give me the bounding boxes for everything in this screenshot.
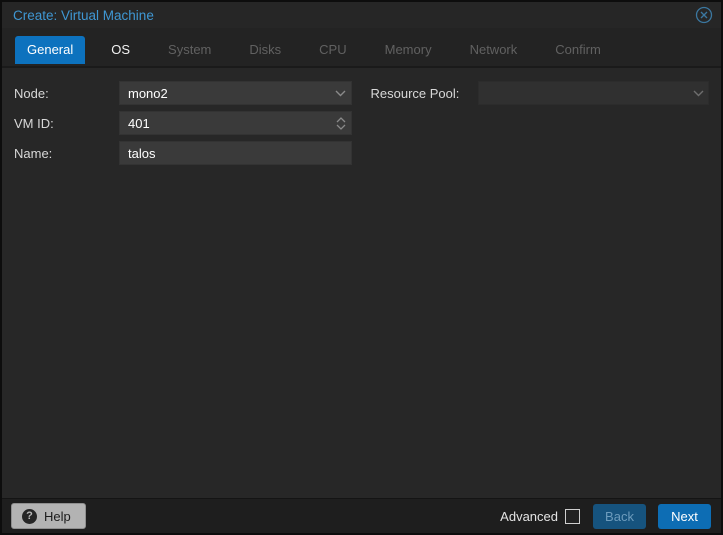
resource-pool-label: Resource Pool: bbox=[371, 86, 478, 101]
tab-os[interactable]: OS bbox=[99, 36, 142, 64]
dialog-titlebar: Create: Virtual Machine bbox=[2, 2, 721, 28]
close-icon[interactable] bbox=[695, 6, 713, 24]
resource-pool-combobox[interactable] bbox=[478, 81, 710, 105]
spinner-up-icon bbox=[336, 117, 346, 123]
back-button: Back bbox=[593, 504, 646, 529]
vmid-spinner-buttons[interactable] bbox=[330, 111, 352, 135]
wizard-tabbar: General OS System Disks CPU Memory Netwo… bbox=[2, 28, 721, 68]
form-left-column: Node: VM ID: bbox=[14, 81, 352, 171]
help-icon: ? bbox=[22, 509, 37, 524]
create-vm-dialog: Create: Virtual Machine General OS Syste… bbox=[2, 2, 721, 533]
node-combobox[interactable] bbox=[119, 81, 352, 105]
name-input[interactable] bbox=[119, 141, 352, 165]
tab-cpu: CPU bbox=[307, 36, 358, 64]
name-row: Name: bbox=[14, 141, 352, 165]
vmid-row: VM ID: bbox=[14, 111, 352, 135]
help-button[interactable]: ? Help bbox=[11, 503, 86, 529]
node-label: Node: bbox=[14, 86, 119, 101]
tab-memory: Memory bbox=[373, 36, 444, 64]
resource-pool-row: Resource Pool: bbox=[371, 81, 710, 105]
spinner-down-icon bbox=[336, 124, 346, 130]
next-button[interactable]: Next bbox=[658, 504, 711, 529]
tab-confirm: Confirm bbox=[543, 36, 613, 64]
vmid-label: VM ID: bbox=[14, 116, 119, 131]
form-right-column: Resource Pool: bbox=[371, 81, 710, 111]
help-button-label: Help bbox=[44, 509, 71, 524]
tab-general[interactable]: General bbox=[15, 36, 85, 64]
name-label: Name: bbox=[14, 146, 119, 161]
advanced-label: Advanced bbox=[500, 509, 558, 524]
node-row: Node: bbox=[14, 81, 352, 105]
resource-pool-chevron-down-icon[interactable] bbox=[687, 81, 709, 105]
advanced-checkbox[interactable] bbox=[565, 509, 580, 524]
tab-network: Network bbox=[458, 36, 530, 64]
tab-disks: Disks bbox=[237, 36, 293, 64]
dialog-footer: ? Help Advanced Back Next bbox=[2, 498, 721, 533]
node-chevron-down-icon[interactable] bbox=[330, 81, 352, 105]
tab-system: System bbox=[156, 36, 223, 64]
dialog-title: Create: Virtual Machine bbox=[13, 8, 695, 23]
vmid-spinner-field[interactable] bbox=[119, 111, 352, 135]
general-tab-panel: Node: VM ID: bbox=[2, 68, 721, 498]
